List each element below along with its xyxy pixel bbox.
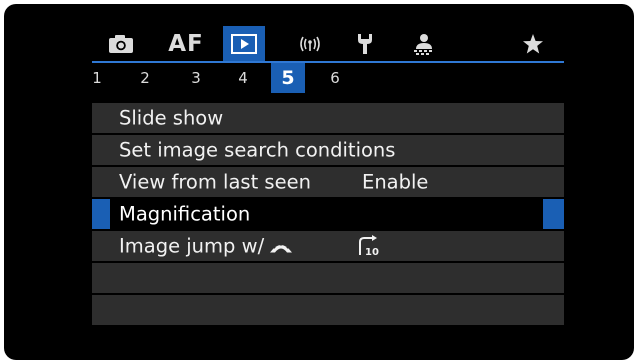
star-icon	[523, 34, 543, 54]
menu-item-magnification[interactable]: Magnification	[92, 199, 564, 229]
page-number-row: 1 2 3 4 5 6	[4, 63, 634, 93]
selection-highlight-left	[92, 199, 110, 229]
page-1[interactable]: 1	[80, 63, 114, 93]
wrench-icon	[358, 34, 372, 54]
tab-setup[interactable]	[344, 26, 386, 62]
menu-item-slide-show[interactable]: Slide show	[92, 103, 564, 133]
tab-shooting[interactable]	[100, 26, 142, 62]
playback-menu-list: Slide show Set image search conditions V…	[92, 103, 564, 327]
tab-autofocus[interactable]: AF	[165, 26, 207, 62]
camera-menu-screen: AF 1 2 3 4 5 6 Slide show Set image sear…	[4, 4, 634, 360]
jump-count-text: 10	[365, 247, 379, 257]
camera-person-icon	[414, 34, 432, 55]
page-2[interactable]: 2	[128, 63, 162, 93]
page-6[interactable]: 6	[318, 63, 352, 93]
menu-item-value: Enable	[362, 170, 429, 194]
jump-10-images-icon: 10	[359, 235, 379, 257]
playback-icon	[231, 34, 257, 54]
menu-item-label: Slide show	[119, 106, 224, 130]
menu-row-empty	[92, 295, 564, 325]
menu-item-label: Magnification	[119, 202, 251, 226]
menu-row-empty	[92, 263, 564, 293]
menu-item-image-jump[interactable]: Image jump w/ 10	[92, 231, 564, 261]
menu-item-set-image-search-conditions[interactable]: Set image search conditions	[92, 135, 564, 165]
page-5[interactable]: 5	[271, 63, 305, 93]
tab-custom-functions[interactable]	[403, 26, 445, 62]
menu-item-view-from-last-seen[interactable]: View from last seen Enable	[92, 167, 564, 197]
page-4[interactable]: 4	[226, 63, 260, 93]
tab-wireless[interactable]	[289, 26, 331, 62]
tab-my-menu[interactable]	[512, 26, 554, 62]
camera-icon	[109, 35, 133, 53]
tab-af-label: AF	[168, 31, 204, 57]
menu-item-label: Set image search conditions	[119, 138, 396, 162]
tab-playback[interactable]	[223, 26, 265, 62]
menu-tab-bar: AF	[4, 26, 634, 62]
page-3[interactable]: 3	[179, 63, 213, 93]
selection-highlight-right	[543, 199, 564, 229]
menu-item-label: View from last seen	[119, 170, 311, 194]
menu-item-label: Image jump w/	[119, 234, 265, 258]
main-dial-icon	[270, 242, 293, 252]
wireless-icon	[300, 36, 320, 52]
menu-item-label-wrap: Image jump w/	[119, 235, 294, 258]
